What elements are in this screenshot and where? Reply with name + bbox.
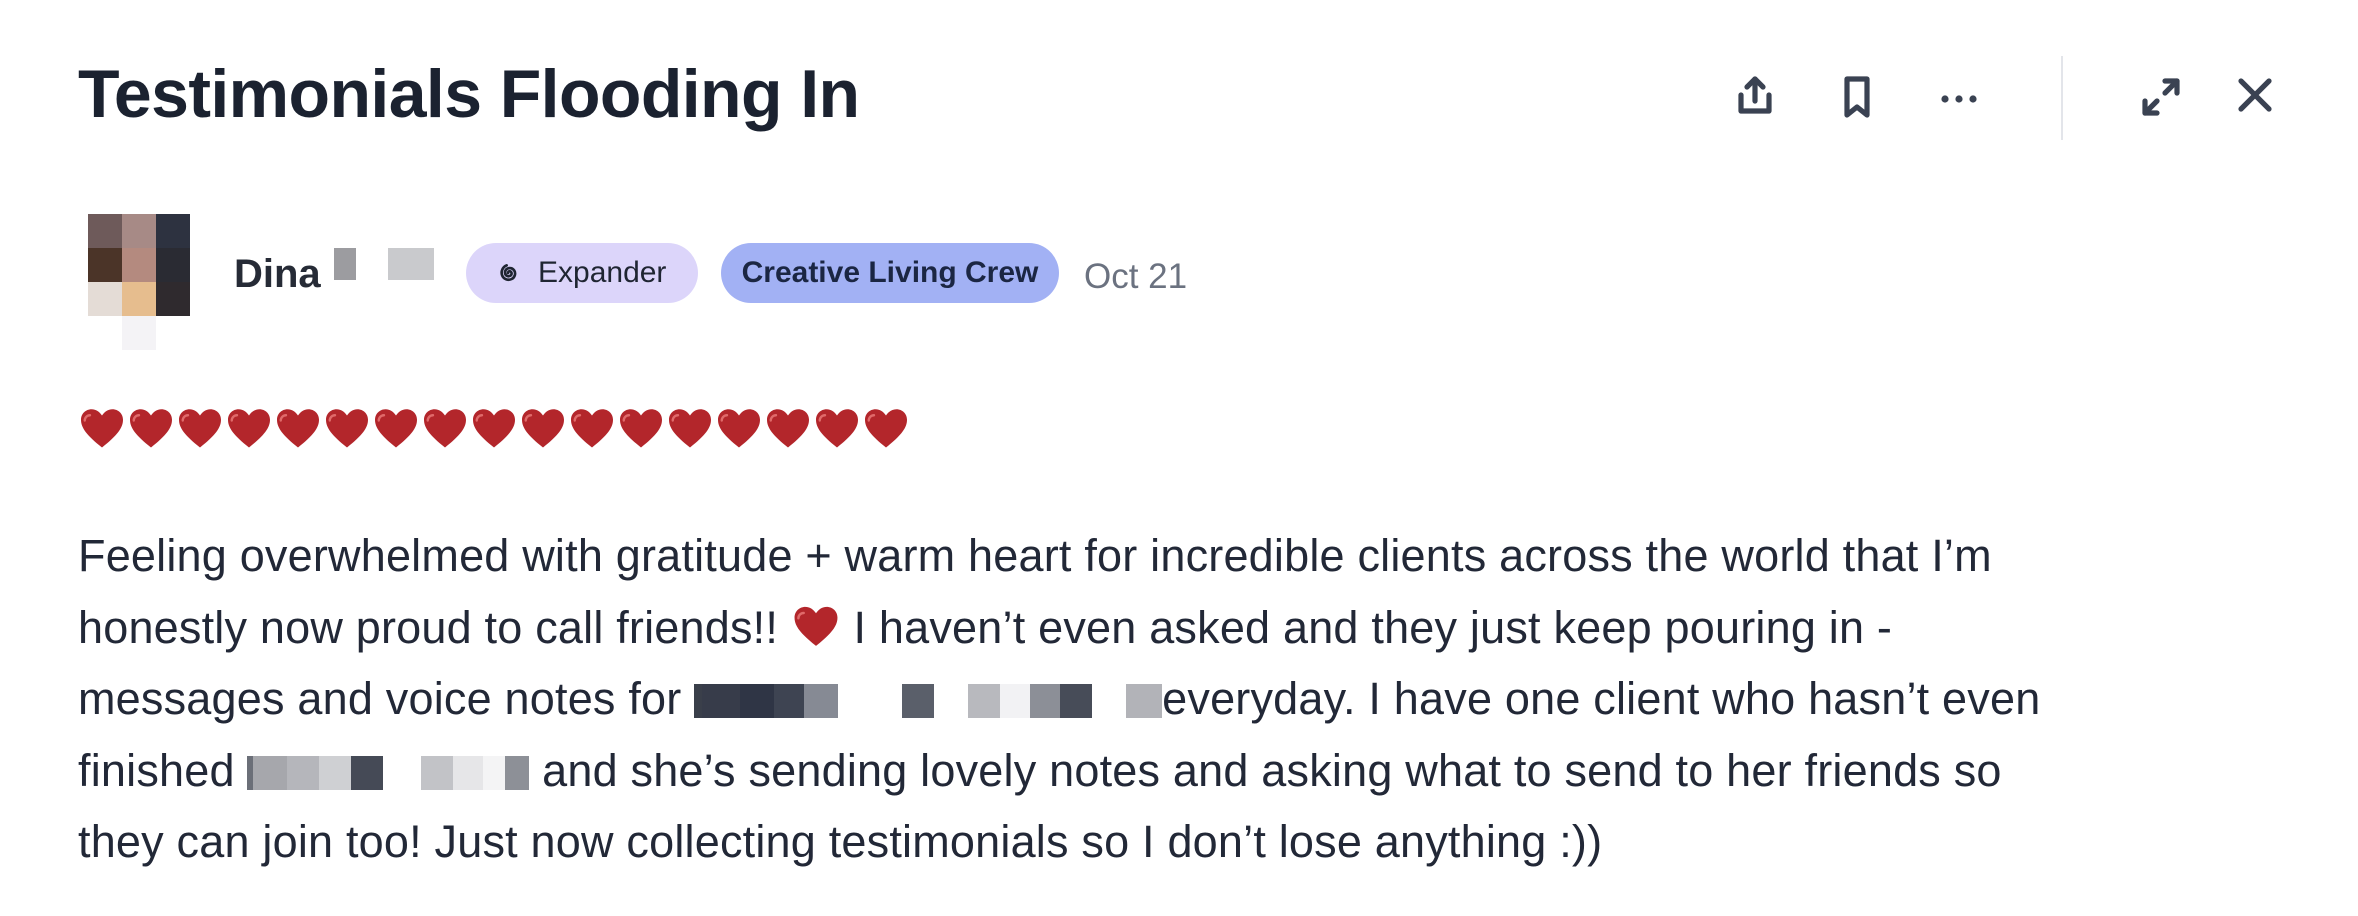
body-line: Feeling overwhelmed with gratitude + war…	[78, 530, 1992, 581]
expand-button[interactable]	[2126, 62, 2196, 132]
share-icon	[1738, 76, 1772, 114]
redacted-surname	[334, 248, 356, 280]
heart-icon	[372, 400, 420, 454]
expander-badge[interactable]: Expander	[466, 243, 698, 303]
bookmark-button[interactable]	[1822, 62, 1892, 132]
heart-icon	[470, 400, 518, 454]
heart-icon	[617, 400, 665, 454]
post-title: Testimonials Flooding In	[78, 56, 860, 132]
heart-icon	[794, 606, 838, 646]
redacted-text	[247, 739, 530, 790]
heart-icon	[274, 400, 322, 454]
author-name[interactable]: Dina	[234, 244, 321, 304]
heart-icon	[715, 400, 763, 454]
close-button[interactable]	[2220, 60, 2290, 130]
heart-icon	[666, 400, 714, 454]
heart-icon	[78, 400, 126, 454]
group-badge[interactable]: Creative Living Crew	[721, 243, 1059, 303]
share-button[interactable]	[1720, 62, 1790, 132]
toolbar-divider	[2061, 56, 2063, 140]
more-options-button[interactable]	[1924, 62, 1994, 132]
post-body: Feeling overwhelmed with gratitude + war…	[78, 520, 2318, 878]
heart-icon	[862, 400, 910, 454]
bookmark-icon	[1844, 76, 1870, 118]
expand-icon	[2142, 78, 2180, 116]
avatar[interactable]	[88, 214, 190, 350]
heart-icon	[813, 400, 861, 454]
heart-icon	[568, 400, 616, 454]
spiral-icon	[500, 264, 517, 282]
body-line: finished and she’s sending lovely notes …	[78, 735, 2318, 807]
body-line: honestly now proud to call friends!! I h…	[78, 601, 1893, 653]
heart-icon	[225, 400, 273, 454]
group-badge-label: Creative Living Crew	[741, 256, 1039, 289]
more-icon	[1941, 95, 1977, 103]
body-line: they can join too! Just now collecting t…	[78, 816, 1603, 867]
close-icon	[2238, 78, 2272, 112]
hearts-row	[78, 400, 910, 460]
expander-badge-label: Expander	[538, 256, 667, 289]
heart-icon	[421, 400, 469, 454]
heart-icon	[176, 400, 224, 454]
heart-icon	[323, 400, 371, 454]
redacted-text	[694, 667, 1163, 718]
body-line: messages and voice notes for everyday. I…	[78, 663, 2318, 735]
heart-icon	[764, 400, 812, 454]
heart-icon	[519, 400, 567, 454]
post-date: Oct 21	[1084, 257, 1188, 296]
heart-icon	[127, 400, 175, 454]
